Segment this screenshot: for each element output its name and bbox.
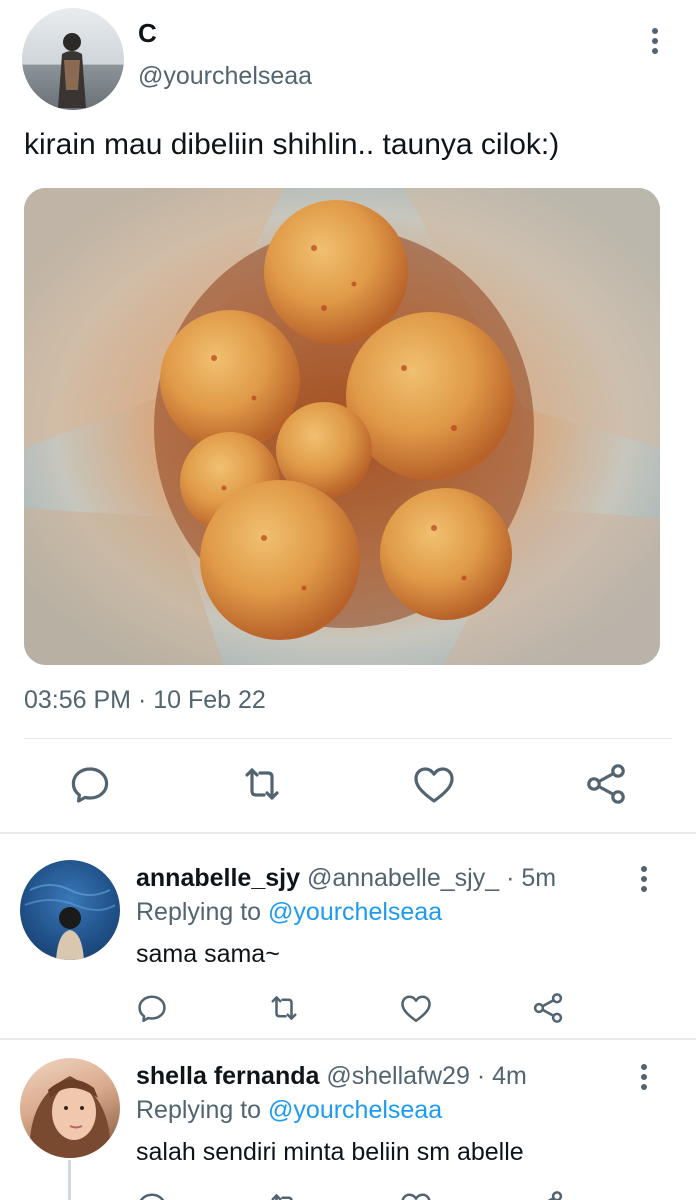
heart-icon[interactable] (410, 760, 458, 808)
reply-time[interactable]: · 5m (506, 864, 556, 892)
cilok-photo-illustration (24, 188, 660, 665)
reply-header: annabelle_sjy @annabelle_sjy_ · 5m (136, 864, 556, 893)
retweet-icon[interactable] (266, 1188, 302, 1200)
replying-to-mention[interactable]: @yourchelseaa (268, 1096, 442, 1124)
avatar-person-figure (58, 33, 86, 108)
more-options-icon[interactable] (632, 1062, 656, 1092)
tweet-timestamp[interactable]: 03:56 PM · 10 Feb 22 (24, 686, 266, 715)
replying-to-line: Replying to @yourchelseaa (136, 898, 442, 927)
thread-connector-line (68, 1160, 71, 1200)
heart-icon[interactable] (398, 990, 434, 1026)
replying-to-mention[interactable]: @yourchelseaa (268, 898, 442, 926)
reply-author-handle[interactable]: @annabelle_sjy_ (307, 864, 499, 892)
reply-icon[interactable] (134, 1188, 170, 1200)
avatar[interactable] (20, 1058, 120, 1158)
divider (24, 738, 672, 739)
more-options-icon[interactable] (632, 864, 656, 894)
author-display-name[interactable]: C (138, 18, 157, 49)
reply-author-name[interactable]: annabelle_sjy (136, 864, 300, 892)
replying-label: Replying to (136, 1096, 262, 1124)
retweet-icon[interactable] (238, 760, 286, 808)
reply-author-handle[interactable]: @shellafw29 (326, 1062, 470, 1090)
reply-time[interactable]: · 4m (477, 1062, 527, 1090)
reply-author-name[interactable]: shella fernanda (136, 1062, 319, 1090)
tweet-photo[interactable] (24, 188, 660, 665)
share-icon[interactable] (530, 1188, 566, 1200)
more-options-icon[interactable] (642, 26, 668, 56)
reply-icon[interactable] (66, 760, 114, 808)
tweet-text: kirain mau dibeliin shihlin.. taunya cil… (24, 128, 560, 161)
share-icon[interactable] (582, 760, 630, 808)
share-icon[interactable] (530, 990, 566, 1026)
retweet-icon[interactable] (266, 990, 302, 1026)
avatar-swimmer-figure (24, 884, 116, 960)
reply-text: sama sama~ (136, 940, 280, 968)
replying-to-line: Replying to @yourchelseaa (136, 1096, 442, 1125)
reply-header: shella fernanda @shellafw29 · 4m (136, 1062, 527, 1091)
reply-icon[interactable] (134, 990, 170, 1026)
heart-icon[interactable] (398, 1188, 434, 1200)
reply-tweet: annabelle_sjy @annabelle_sjy_ · 5m Reply… (0, 834, 696, 1040)
tweet-action-bar (0, 758, 696, 814)
author-avatar[interactable] (22, 8, 124, 110)
avatar[interactable] (20, 860, 120, 960)
avatar-portrait-figure (29, 1076, 111, 1158)
reply-text: salah sendiri minta beliin sm abelle (136, 1138, 524, 1166)
reply-tweet: shella fernanda @shellafw29 · 4m Replyin… (0, 1040, 696, 1200)
author-handle[interactable]: @yourchelseaa (138, 62, 312, 91)
replying-label: Replying to (136, 898, 262, 926)
